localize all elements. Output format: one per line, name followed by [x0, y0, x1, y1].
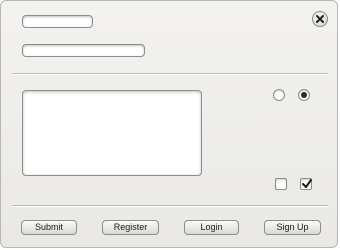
checkbox-2[interactable]	[300, 178, 312, 190]
text-field-2[interactable]	[22, 44, 145, 57]
register-button[interactable]: Register	[102, 220, 159, 235]
close-icon	[316, 15, 324, 23]
login-button[interactable]: Login	[184, 220, 239, 235]
divider-top	[12, 73, 328, 75]
submit-button[interactable]: Submit	[21, 220, 77, 235]
text-field-1[interactable]	[22, 15, 93, 28]
radio-selected-dot	[301, 92, 307, 98]
checkbox-1[interactable]	[275, 178, 287, 190]
sign-up-button[interactable]: Sign Up	[264, 220, 321, 235]
divider-bottom	[12, 205, 328, 207]
checkmark-icon	[302, 179, 312, 188]
radio-option-2[interactable]	[298, 89, 310, 101]
radio-option-1[interactable]	[273, 89, 285, 101]
close-button[interactable]	[312, 11, 328, 27]
text-area[interactable]	[22, 90, 202, 176]
